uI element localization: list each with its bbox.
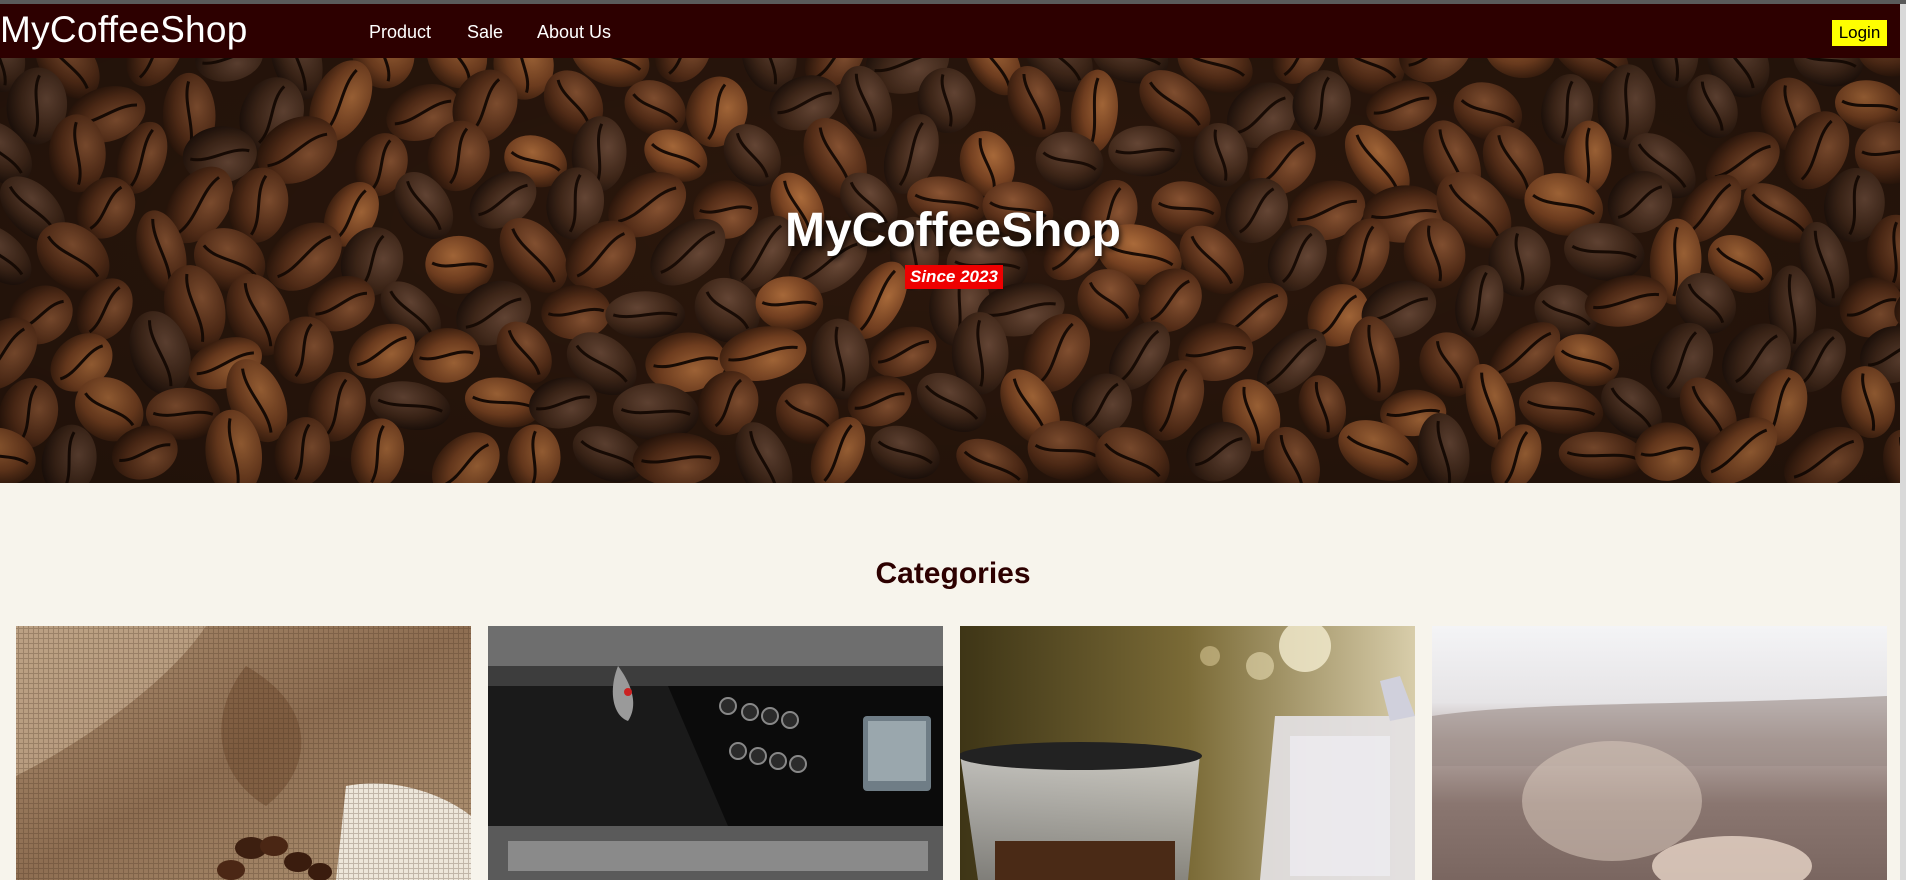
category-card-espresso-machine[interactable] [488, 626, 943, 880]
hero-title: MyCoffeeShop [785, 204, 1121, 257]
navbar: MyCoffeeShop Product Sale About Us Login [0, 4, 1906, 58]
nav-link-about-us[interactable]: About Us [537, 22, 611, 43]
nav-link-product[interactable]: Product [369, 22, 431, 43]
outdoor-blurred-photo [1432, 626, 1887, 880]
hero-banner: MyCoffeeShop Since 2023 [0, 58, 1906, 483]
category-card-grinder[interactable] [960, 626, 1415, 880]
coffee-grinder-photo [960, 626, 1415, 880]
category-card-outdoor[interactable] [1432, 626, 1887, 880]
nav-link-sale[interactable]: Sale [467, 22, 503, 43]
since-badge: Since 2023 [905, 265, 1003, 289]
espresso-machine-photo [488, 626, 943, 880]
categories-heading: Categories [875, 557, 1031, 590]
login-button[interactable]: Login [1832, 20, 1887, 46]
burlap-sack-photo [16, 626, 471, 880]
scrollbar[interactable] [1900, 4, 1906, 880]
brand-logo[interactable]: MyCoffeeShop [0, 9, 248, 51]
category-card-sack[interactable] [16, 626, 471, 880]
